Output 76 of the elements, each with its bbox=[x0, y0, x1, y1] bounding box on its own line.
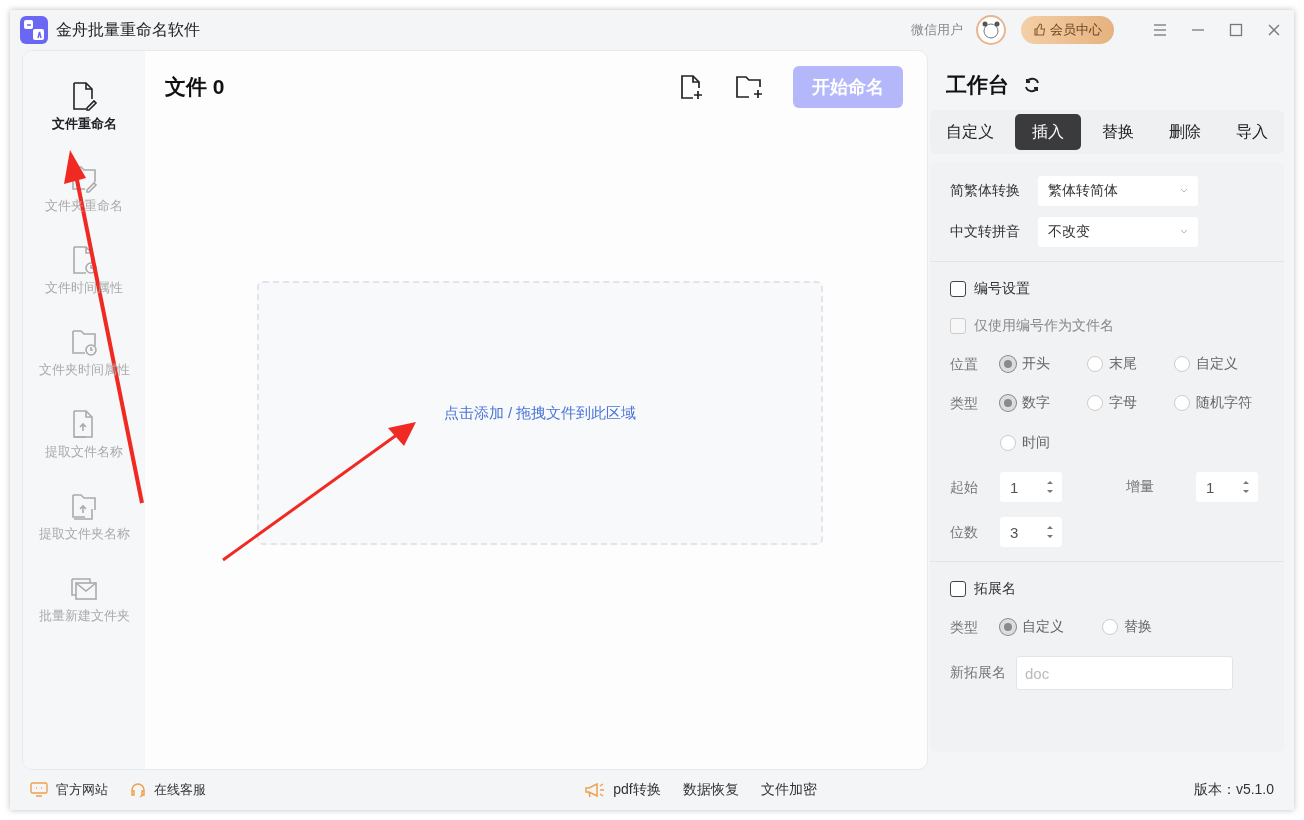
refresh-icon[interactable] bbox=[1023, 76, 1041, 94]
headset-icon bbox=[130, 782, 146, 798]
field-label: 类型 bbox=[950, 618, 979, 637]
radio-option[interactable]: 随机字符 bbox=[1174, 389, 1264, 417]
radio-button[interactable] bbox=[1087, 395, 1103, 411]
menu-icon[interactable] bbox=[1152, 22, 1168, 38]
tab[interactable]: 替换 bbox=[1088, 114, 1148, 150]
status-link[interactable]: pdf转换 bbox=[583, 781, 661, 799]
app-logo-icon bbox=[20, 16, 48, 44]
radio-option[interactable]: 自定义 bbox=[1174, 350, 1264, 378]
field-label: 新拓展名 bbox=[950, 664, 1007, 682]
radio-button[interactable] bbox=[1102, 619, 1118, 635]
radio-option[interactable]: 自定义 bbox=[1000, 613, 1102, 641]
radio-button[interactable] bbox=[1087, 356, 1103, 372]
checkbox[interactable] bbox=[950, 281, 966, 297]
status-link[interactable]: 文件加密 bbox=[760, 781, 817, 799]
number-spinner[interactable]: 1 bbox=[1196, 472, 1258, 502]
field-label: 起始 bbox=[950, 478, 979, 497]
radio-option[interactable]: 数字 bbox=[1000, 389, 1087, 417]
drop-hint[interactable]: 点击添加 / 拖拽文件到此区域 bbox=[443, 403, 637, 423]
field-label: 增量 bbox=[1126, 478, 1155, 496]
spin-arrows-icon[interactable] bbox=[1046, 478, 1054, 496]
workbench-title: 工作台 bbox=[946, 72, 1009, 98]
folder-upload-icon bbox=[70, 491, 98, 521]
radio-button[interactable] bbox=[1174, 395, 1190, 411]
number-spinner[interactable]: 3 bbox=[1000, 517, 1062, 547]
field-label: 中文转拼音 bbox=[950, 223, 1021, 241]
file-count-title: 文件 0 bbox=[165, 74, 225, 100]
extension-input[interactable]: doc bbox=[1016, 656, 1233, 690]
window-title: 金舟批量重命名软件 bbox=[56, 19, 200, 40]
radio-option[interactable]: 时间 bbox=[1000, 429, 1087, 457]
field-label: 类型 bbox=[950, 394, 979, 413]
version-label: 版本：v5.1.0 bbox=[1193, 781, 1274, 799]
radio-option[interactable]: 开头 bbox=[1000, 350, 1087, 378]
checkbox-label[interactable]: 拓展名 bbox=[974, 580, 1016, 598]
status-link[interactable]: 官方网站 bbox=[30, 781, 108, 799]
thumbs-up-icon bbox=[1033, 23, 1047, 37]
radio-button[interactable] bbox=[1174, 356, 1190, 372]
radio-button[interactable] bbox=[1000, 395, 1016, 411]
chevron-down-icon bbox=[1180, 229, 1188, 235]
user-name: 微信用户 bbox=[911, 21, 963, 39]
number-spinner[interactable]: 1 bbox=[1000, 472, 1062, 502]
radio-option[interactable]: 替换 bbox=[1102, 613, 1182, 641]
dropdown[interactable]: 繁体转简体 bbox=[1038, 176, 1198, 206]
add-folder-icon[interactable] bbox=[733, 73, 765, 101]
folder-clock-icon bbox=[70, 327, 98, 357]
status-link[interactable]: 在线客服 bbox=[130, 781, 206, 799]
spin-arrows-icon[interactable] bbox=[1242, 478, 1250, 496]
file-clock-icon bbox=[70, 245, 98, 275]
field-label: 位置 bbox=[950, 355, 979, 374]
tab[interactable]: 自定义 bbox=[932, 114, 1008, 150]
chevron-down-icon bbox=[1180, 188, 1188, 194]
radio-option[interactable]: 末尾 bbox=[1087, 350, 1174, 378]
checkbox[interactable] bbox=[950, 581, 966, 597]
radio-button[interactable] bbox=[1000, 619, 1016, 635]
field-label: 位数 bbox=[950, 523, 979, 542]
radio-option[interactable]: 字母 bbox=[1087, 389, 1174, 417]
monitor-icon bbox=[30, 782, 48, 798]
spin-arrows-icon[interactable] bbox=[1046, 523, 1054, 541]
file-edit-icon bbox=[70, 81, 98, 111]
drop-zone[interactable]: 点击添加 / 拖拽文件到此区域 bbox=[257, 281, 823, 545]
tab[interactable]: 删除 bbox=[1155, 114, 1215, 150]
radio-button[interactable] bbox=[1000, 356, 1016, 372]
vip-center-button[interactable]: 会员中心 bbox=[1021, 16, 1114, 44]
tab[interactable]: 插入 bbox=[1015, 114, 1081, 150]
dropdown[interactable]: 不改变 bbox=[1038, 217, 1198, 247]
megaphone-icon bbox=[583, 781, 606, 799]
tab[interactable]: 导入 bbox=[1222, 114, 1282, 150]
field-label: 简繁体转换 bbox=[950, 182, 1021, 200]
radio-button[interactable] bbox=[1000, 435, 1016, 451]
maximize-icon[interactable] bbox=[1228, 22, 1244, 38]
close-icon[interactable] bbox=[1266, 22, 1282, 38]
sidebar-item[interactable]: 文件重命名 bbox=[23, 81, 145, 133]
avatar-icon[interactable] bbox=[975, 14, 1007, 46]
checkbox-label[interactable]: 编号设置 bbox=[974, 280, 1030, 298]
status-link[interactable]: 数据恢复 bbox=[682, 781, 739, 799]
